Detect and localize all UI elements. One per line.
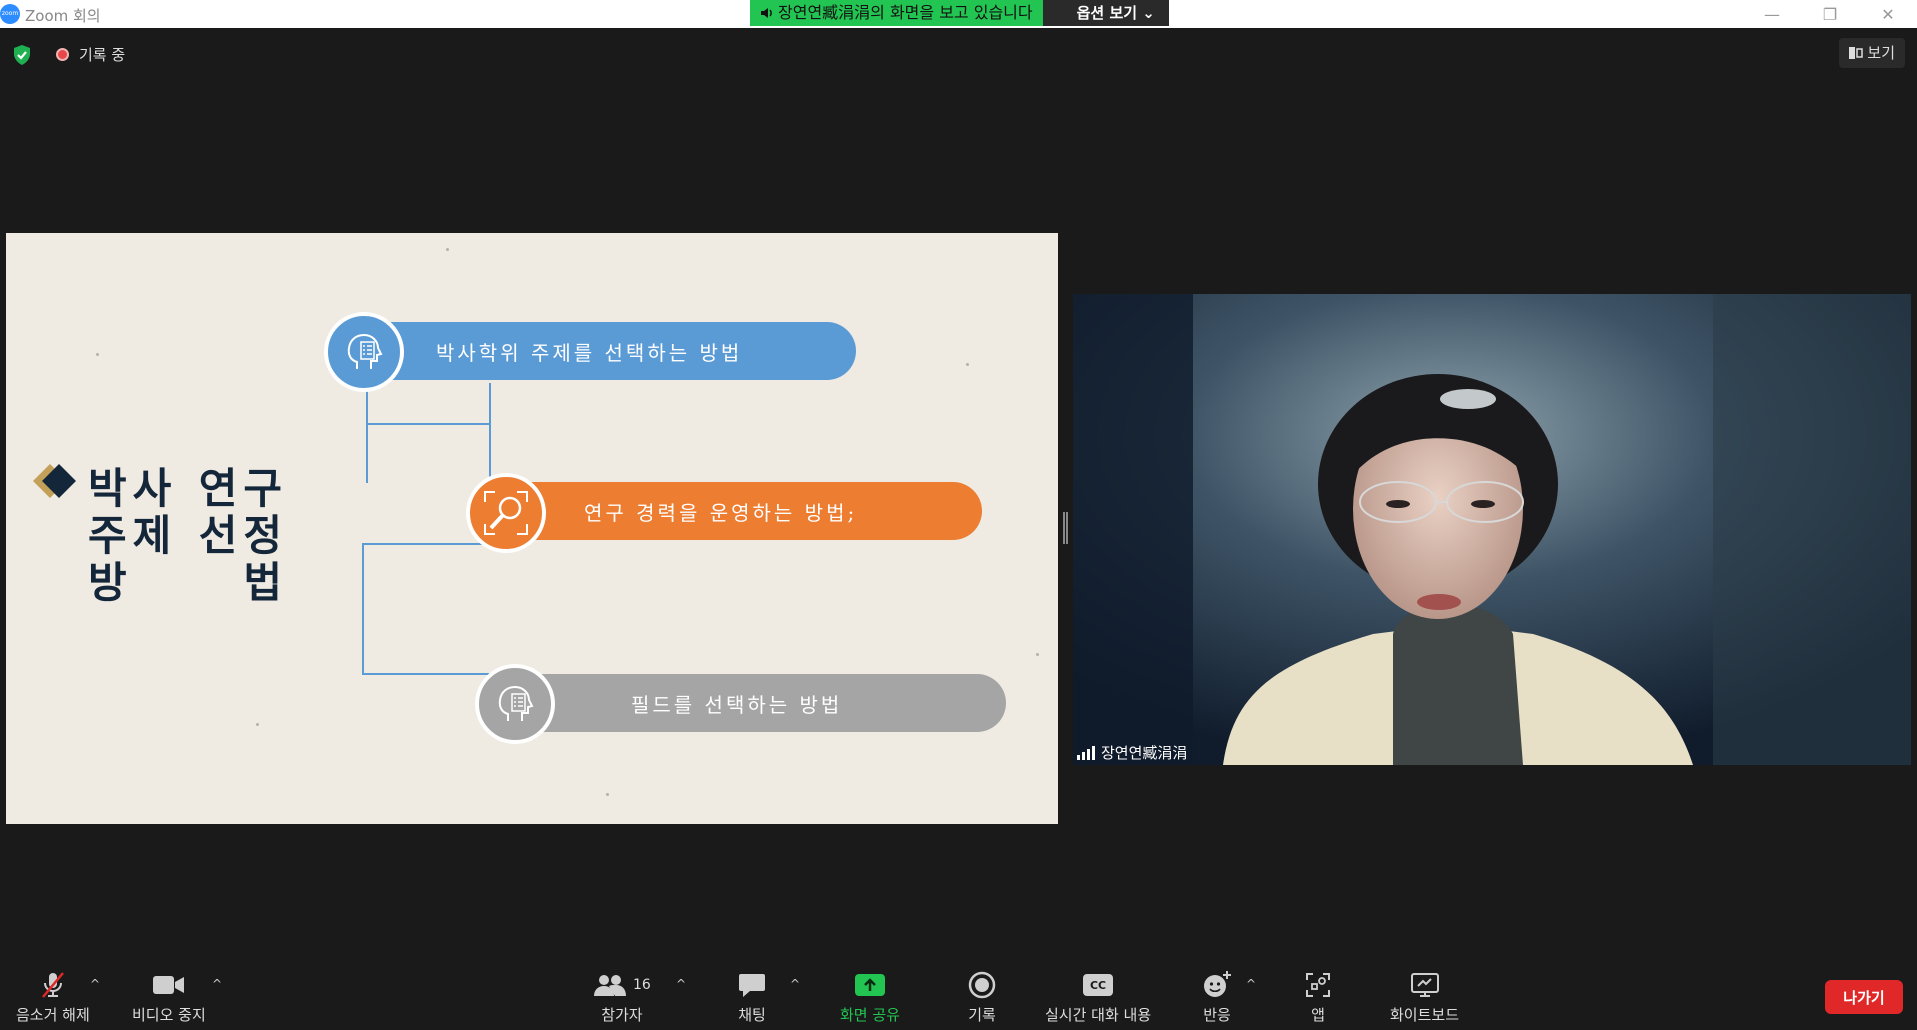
slide-item-3: 필드를 선택하는 방법 [476,674,1006,732]
participants-label: 참가자 [601,1006,643,1024]
chevron-down-icon: ⌄ [1142,4,1155,22]
minimize-button[interactable]: — [1743,0,1801,28]
participant-name-tag: 장연연臧涓涓 [1077,742,1187,763]
view-options-button[interactable]: 옵션 보기 ⌄ [1042,0,1169,26]
paper-texture-speck [256,723,259,726]
video-camera-icon [152,970,185,1000]
slide-title-word: 방 [88,558,133,607]
slide-title-word: 박사 [88,464,178,513]
flow-connector [366,383,491,483]
slide-item-label: 박사학위 주제를 선택하는 방법 [436,340,743,365]
whiteboard-icon [1410,970,1440,1000]
share-banner: 장연연臧涓涓의 화면을 보고 있습니다 옵션 보기 ⌄ [750,0,1169,28]
closed-captions-icon: CC [1083,970,1114,1000]
participants-button[interactable]: 16 참가자 [593,970,651,1025]
paper-texture-speck [446,248,449,251]
head-checklist-icon [324,312,404,392]
apps-label: 앱 [1311,1006,1325,1024]
recording-status[interactable]: 기록 중 [79,44,125,65]
paper-texture-speck [606,793,609,796]
reactions-label: 반응 [1203,1006,1231,1024]
leave-meeting-button[interactable]: 나가기 [1825,980,1903,1014]
paper-texture-speck [966,363,969,366]
whiteboard-label: 화이트보드 [1390,1006,1460,1024]
participants-icon: 16 [593,970,651,1000]
split-view-resize-handle[interactable] [1063,512,1068,544]
security-shield-icon[interactable] [12,44,32,66]
window-title: Zoom 회의 [25,7,101,25]
slide-title-line: 주제 선정 [88,512,288,559]
record-icon [968,970,996,1000]
paper-texture-speck [1036,653,1039,656]
view-button[interactable]: 보기 [1839,38,1905,68]
speaker-icon [761,8,772,18]
slide-title: 박사 연구 주제 선정 방 법 [88,465,288,606]
slide-title-line: 방 법 [88,559,288,606]
live-transcript-button[interactable]: CC 실시간 대화 내용 [1045,970,1151,1025]
meeting-top-bar: 기록 중 보기 [0,28,1917,78]
minimize-icon: — [1764,4,1780,24]
slide-title-word: 법 [243,558,288,607]
microphone-muted-icon [38,970,68,1000]
share-screen-button[interactable]: 화면 공유 [840,970,900,1025]
view-layout-icon [1849,47,1864,59]
flow-connector [366,423,491,425]
apps-button[interactable]: 앱 [1305,970,1331,1025]
record-label: 기록 [968,1006,996,1024]
chat-bubble-icon [738,970,766,1000]
close-button[interactable]: ✕ [1859,0,1917,28]
shared-screen-slide: 박사 연구 주제 선정 방 법 박사학위 주제를 선택하는 방법 연구 경력을 … [6,233,1058,824]
participant-video[interactable] [1073,294,1911,765]
audio-options-caret-icon[interactable]: ^ [90,977,100,991]
slide-item-1: 박사학위 주제를 선택하는 방법 [326,322,856,380]
apps-icon [1305,970,1331,1000]
unmute-label: 음소거 해제 [16,1006,90,1024]
stop-video-label: 비디오 중지 [132,1006,206,1024]
chat-button[interactable]: 채팅 [738,970,766,1025]
unmute-button[interactable]: 음소거 해제 [16,970,90,1025]
restore-button[interactable]: ❐ [1801,0,1859,28]
view-options-label: 옵션 보기 [1076,4,1138,22]
record-button[interactable]: 기록 [968,970,996,1025]
closed-captions-icon-text: CC [1083,974,1114,996]
participants-count: 16 [633,977,651,993]
chat-options-caret-icon[interactable]: ^ [790,977,800,991]
magnifier-icon [466,473,546,553]
smiley-plus-icon [1202,970,1232,1000]
recording-dot-icon [56,48,69,61]
slide-item-label: 필드를 선택하는 방법 [631,692,843,717]
zoom-logo-icon: zoom [0,4,20,24]
slide-title-word: 선정 [198,511,288,560]
viewing-share-indicator: 장연연臧涓涓의 화면을 보고 있습니다 [750,0,1043,26]
live-transcript-label: 실시간 대화 내용 [1045,1006,1152,1024]
connection-signal-icon [1077,745,1095,760]
video-options-caret-icon[interactable]: ^ [212,977,222,991]
slide-title-word: 주제 [88,511,178,560]
whiteboard-button[interactable]: 화이트보드 [1390,970,1459,1025]
reactions-options-caret-icon[interactable]: ^ [1246,977,1256,991]
reactions-button[interactable]: 반응 [1202,970,1232,1025]
participant-video-feed [1073,294,1911,765]
paper-texture-speck [96,353,99,356]
title-bar: zoom Zoom 회의 장연연臧涓涓의 화면을 보고 있습니다 옵션 보기 ⌄… [0,0,1917,28]
slide-title-word: 연구 [198,464,288,513]
viewing-share-text: 장연연臧涓涓의 화면을 보고 있습니다 [778,3,1033,22]
stop-video-button[interactable]: 비디오 중지 [132,970,206,1025]
restore-icon: ❐ [1822,4,1838,24]
participants-options-caret-icon[interactable]: ^ [676,977,686,991]
head-checklist-icon [475,664,555,744]
slide-item-label: 연구 경력을 운영하는 방법; [584,500,858,525]
slide-title-line: 박사 연구 [88,465,288,512]
chat-label: 채팅 [738,1006,766,1024]
view-label: 보기 [1867,44,1895,62]
meeting-toolbar: 음소거 해제 ^ 비디오 중지 ^ 16 참가자 ^ 채팅 ^ 화면 공유 기록 [0,960,1917,1030]
flow-connector [362,543,492,675]
close-icon: ✕ [1881,4,1895,24]
window-controls: — ❐ ✕ [1743,0,1917,28]
participant-name: 장연연臧涓涓 [1101,744,1188,762]
share-screen-label: 화면 공유 [840,1006,900,1024]
share-screen-icon [854,970,886,1000]
